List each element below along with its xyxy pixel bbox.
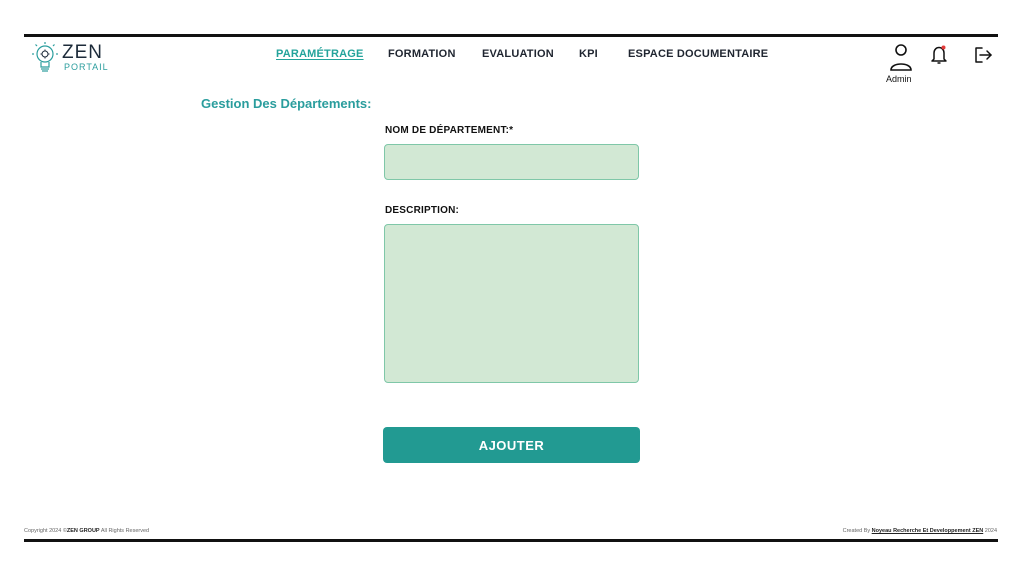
- brand-name: ZEN: [62, 42, 103, 63]
- footer-credits-suffix: 2024: [983, 528, 997, 534]
- footer-credits: Created By Noyeau Recherche Et Developpe…: [843, 528, 997, 534]
- logout-icon[interactable]: [973, 44, 993, 66]
- lightbulb-logo-icon: [32, 42, 58, 72]
- nav-item-espace-documentaire[interactable]: ESPACE DOCUMENTAIRE: [628, 48, 768, 60]
- department-name-input[interactable]: [384, 144, 639, 180]
- footer-company: ZEN GROUP: [66, 528, 100, 534]
- description-textarea[interactable]: [384, 224, 639, 383]
- user-label[interactable]: Admin: [886, 74, 912, 84]
- brand-subtitle: PORTAIL: [64, 62, 109, 72]
- footer-credits-link[interactable]: Noyeau Recherche Et Developpement ZEN: [872, 528, 984, 534]
- add-button[interactable]: AJOUTER: [383, 427, 640, 463]
- zen-portail-logo[interactable]: ZEN PORTAIL: [28, 40, 128, 76]
- description-label: DESCRIPTION:: [385, 205, 460, 216]
- footer-credits-prefix: Created By: [842, 528, 872, 534]
- footer-copyright-prefix: Copyright 2024 ©: [24, 528, 67, 534]
- bell-icon[interactable]: [929, 44, 949, 66]
- page-title: Gestion Des Départements:: [201, 96, 372, 111]
- nav-item-parametrage[interactable]: PARAMÉTRAGE: [276, 48, 364, 60]
- footer-copyright-suffix: All Rights Reserved: [99, 528, 150, 534]
- nav-item-formation[interactable]: FORMATION: [388, 48, 456, 60]
- department-name-label: NOM DE DÉPARTEMENT:*: [385, 125, 514, 136]
- nav-item-kpi[interactable]: KPI: [579, 48, 598, 60]
- footer-bottom-rule: [24, 539, 998, 542]
- notification-dot: [941, 45, 946, 50]
- nav-item-evaluation[interactable]: EVALUATION: [482, 48, 554, 60]
- footer-copyright: Copyright 2024 ©ZEN GROUP All Rights Res…: [24, 528, 149, 534]
- header-top-rule: [24, 34, 998, 37]
